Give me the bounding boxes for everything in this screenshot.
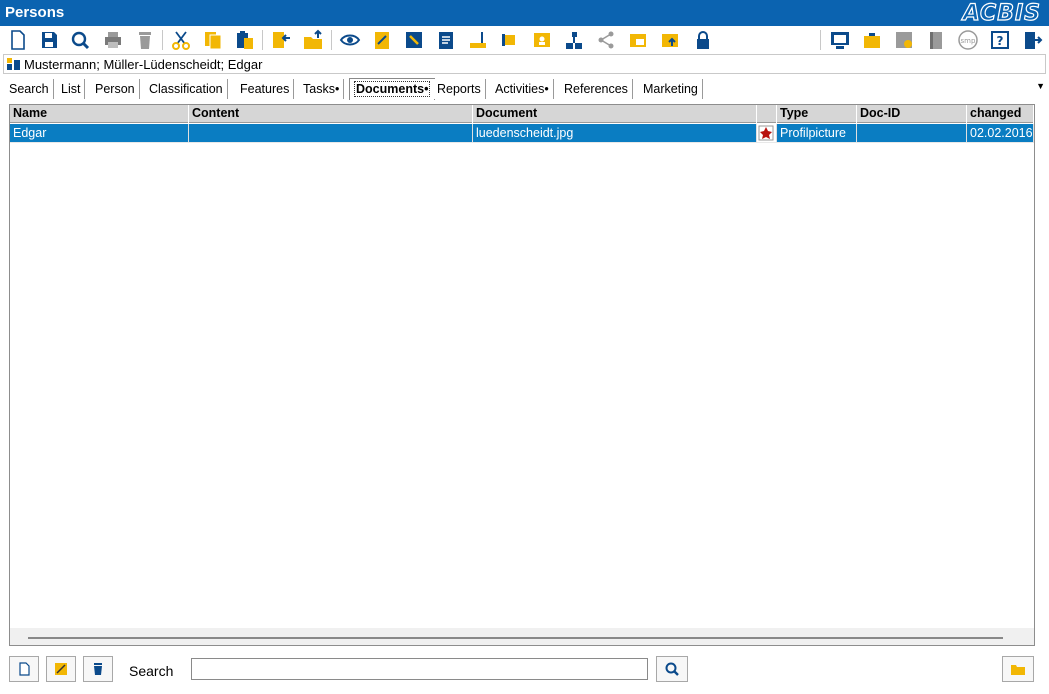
search-label: Search xyxy=(129,663,174,679)
search-button[interactable] xyxy=(656,656,688,682)
tools-icon[interactable] xyxy=(402,28,426,52)
folder-icon xyxy=(1011,665,1025,675)
table-row[interactable]: Edgar luedenscheidt.jpg Profilpicture 02… xyxy=(10,124,1034,143)
grid-header: Name Content Document Type Doc-ID change… xyxy=(10,105,1034,123)
tab-search[interactable]: Search xyxy=(5,79,54,99)
window-icon[interactable] xyxy=(626,28,650,52)
svg-text:smp: smp xyxy=(961,37,976,45)
new-icon xyxy=(19,662,30,676)
tab-marketing[interactable]: Marketing xyxy=(639,79,703,99)
tab-documents[interactable]: Documents• xyxy=(349,78,436,100)
column-header-changed[interactable]: changed xyxy=(967,105,1034,123)
column-header-icon[interactable] xyxy=(757,105,777,123)
column-header-name[interactable]: Name xyxy=(10,105,189,123)
smp-icon[interactable]: smp xyxy=(956,28,980,52)
tag-icon[interactable] xyxy=(498,28,522,52)
edit-icon xyxy=(55,663,67,675)
new-document-button[interactable] xyxy=(9,656,39,682)
lock-icon[interactable] xyxy=(691,28,715,52)
cell-changed: 02.02.2016 xyxy=(967,124,1034,142)
main-toolbar: smp ? xyxy=(0,26,1049,54)
cell-content xyxy=(189,124,473,142)
print-icon[interactable] xyxy=(101,28,125,52)
column-header-document[interactable]: Document xyxy=(473,105,757,123)
tab-activities[interactable]: Activities• xyxy=(491,79,554,99)
folder-upload-icon[interactable] xyxy=(301,28,325,52)
column-header-doc-id[interactable]: Doc-ID xyxy=(857,105,967,123)
tab-reports[interactable]: Reports xyxy=(433,79,486,99)
acbis-logo: ACBIS xyxy=(962,0,1041,26)
document-list-icon[interactable] xyxy=(434,28,458,52)
tab-list[interactable]: List xyxy=(57,79,86,99)
tab-classification[interactable]: Classification xyxy=(145,79,228,99)
new-icon[interactable] xyxy=(6,28,30,52)
window-up-icon[interactable] xyxy=(658,28,682,52)
delete-icon[interactable] xyxy=(133,28,157,52)
tab-references[interactable]: References xyxy=(560,79,633,99)
open-folder-button[interactable] xyxy=(1002,656,1034,682)
bottom-bar: Search xyxy=(0,650,1049,694)
book-icon[interactable] xyxy=(924,28,948,52)
search-icon xyxy=(665,662,679,676)
svg-text:?: ? xyxy=(997,34,1004,48)
contact-card-icon[interactable] xyxy=(530,28,554,52)
view-icon[interactable] xyxy=(338,28,362,52)
cell-name: Edgar xyxy=(10,124,189,142)
cut-icon[interactable] xyxy=(169,28,193,52)
persons-icon xyxy=(6,57,21,71)
breadcrumb: Mustermann; Müller-Lüdenscheidt; Edgar xyxy=(3,54,1046,74)
title-bar: Persons ACBIS xyxy=(0,0,1049,27)
monitor-chart-icon[interactable] xyxy=(828,28,852,52)
tab-tasks[interactable]: Tasks• xyxy=(299,79,345,99)
documents-grid: Name Content Document Type Doc-ID change… xyxy=(9,104,1035,646)
trash-icon xyxy=(94,663,102,675)
delete-document-button[interactable] xyxy=(83,656,113,682)
tab-person[interactable]: Person xyxy=(91,79,140,99)
save-icon[interactable] xyxy=(37,28,61,52)
search-icon[interactable] xyxy=(68,28,92,52)
paste-icon[interactable] xyxy=(233,28,257,52)
help-icon[interactable]: ? xyxy=(988,28,1012,52)
cell-type: Profilpicture xyxy=(777,124,857,142)
tab-features[interactable]: Features xyxy=(236,79,295,99)
cell-document: luedenscheidt.jpg xyxy=(473,124,757,142)
column-header-content[interactable]: Content xyxy=(189,105,473,123)
certificate-icon[interactable] xyxy=(892,28,916,52)
tab-overflow-icon[interactable]: ▼ xyxy=(1036,81,1045,91)
search-input[interactable] xyxy=(191,658,648,680)
ruler-icon[interactable] xyxy=(466,28,490,52)
edit-document-button[interactable] xyxy=(46,656,76,682)
cell-doc-id xyxy=(857,124,967,142)
copy-icon[interactable] xyxy=(201,28,225,52)
org-chart-icon[interactable] xyxy=(562,28,586,52)
image-file-icon[interactable] xyxy=(757,124,777,142)
briefcase-icon[interactable] xyxy=(860,28,884,52)
tab-bar: Search List Person Classification Featur… xyxy=(5,78,1045,100)
window-title: Persons xyxy=(5,4,65,21)
breadcrumb-text: Mustermann; Müller-Lüdenscheidt; Edgar xyxy=(24,57,263,72)
exit-icon[interactable] xyxy=(1020,28,1044,52)
column-header-type[interactable]: Type xyxy=(777,105,857,123)
edit-note-icon[interactable] xyxy=(370,28,394,52)
share-icon[interactable] xyxy=(594,28,618,52)
import-icon[interactable] xyxy=(269,28,293,52)
horizontal-scrollbar[interactable] xyxy=(28,637,1003,639)
